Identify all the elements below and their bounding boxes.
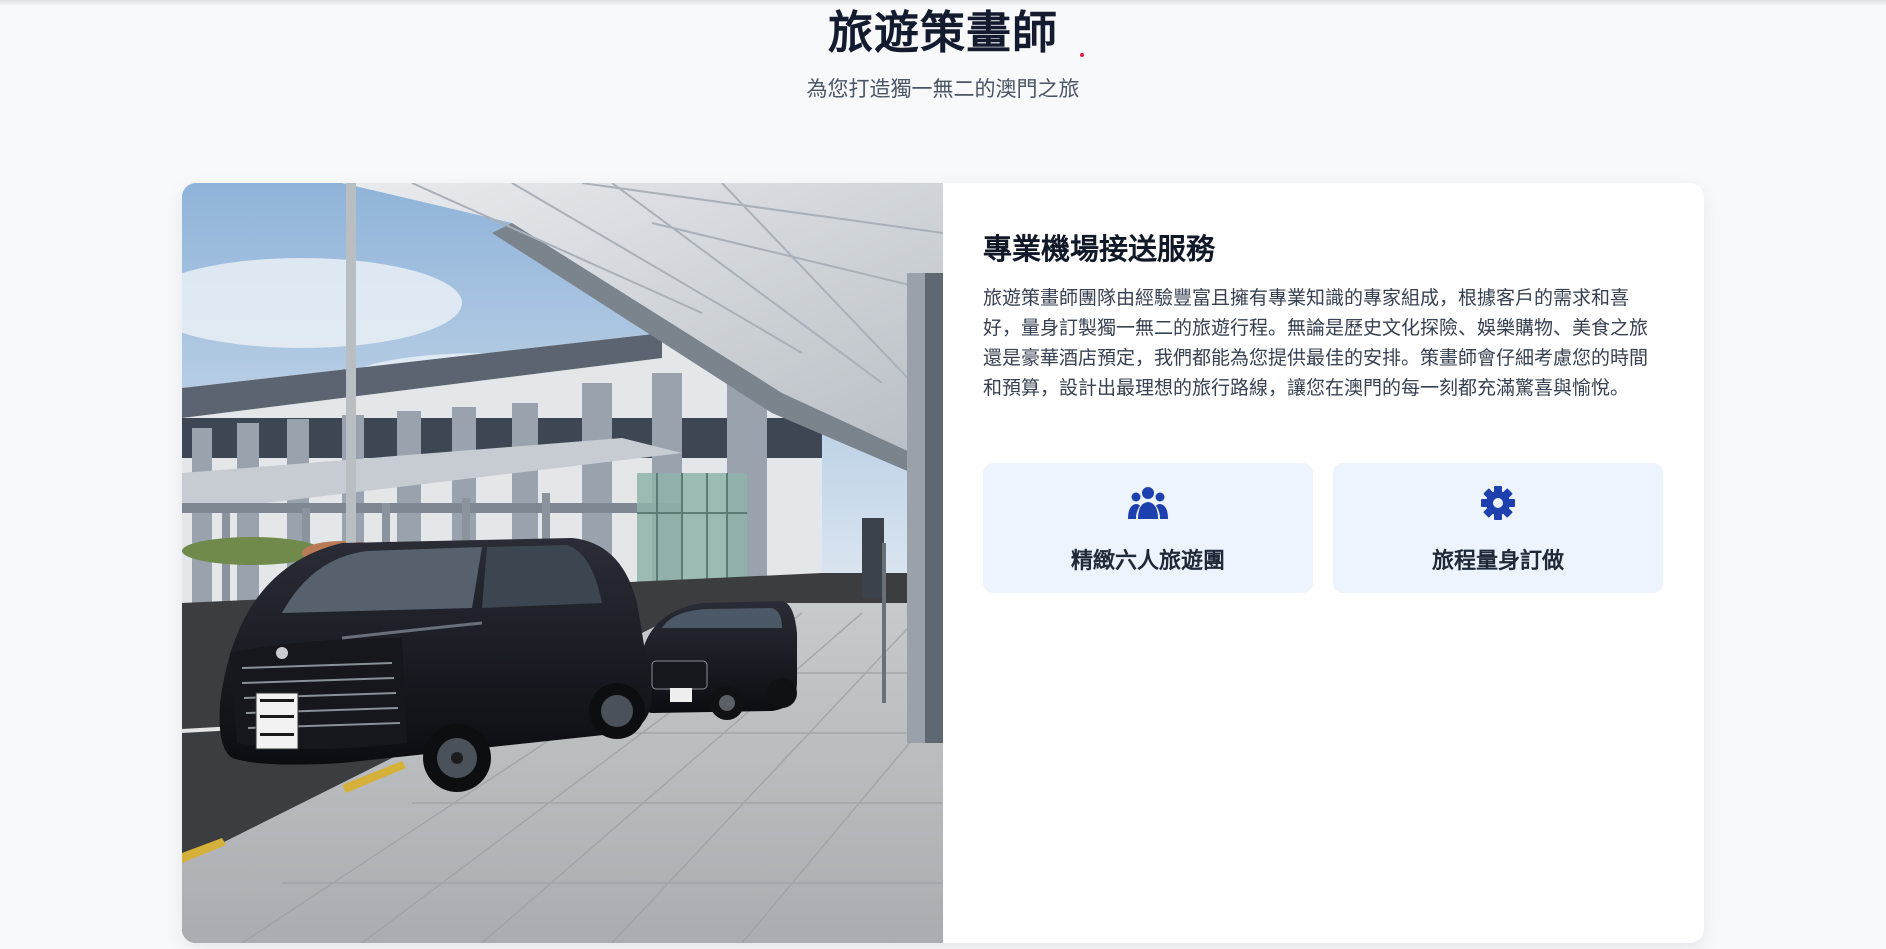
feature-list: 精緻六人旅遊團 旅程量身訂做 — [983, 463, 1663, 593]
gear-icon — [1478, 485, 1518, 521]
feature-card-tour-group[interactable]: 精緻六人旅遊團 — [983, 463, 1313, 593]
service-card: 專業機場接送服務 旅遊策畫師團隊由經驗豐富且擁有專業知識的專家組成，根據客戶的需… — [182, 183, 1704, 943]
service-title: 專業機場接送服務 — [983, 232, 1216, 266]
feature-label: 精緻六人旅遊團 — [1070, 549, 1225, 574]
page-subtitle: 為您打造獨一無二的澳門之旅 — [806, 77, 1080, 101]
service-content: 專業機場接送服務 旅遊策畫師團隊由經驗豐富且擁有專業知識的專家組成，根據客戶的需… — [983, 183, 1663, 943]
feature-card-custom-itinerary[interactable]: 旅程量身訂做 — [1333, 463, 1663, 593]
feature-label: 旅程量身訂做 — [1431, 549, 1564, 574]
decorative-dot — [1080, 53, 1084, 57]
group-icon — [1128, 485, 1168, 521]
page-title: 旅遊策畫師 — [827, 6, 1058, 59]
service-description: 旅遊策畫師團隊由經驗豐富且擁有專業知識的專家組成，根據客戶的需求和喜好，量身訂製… — [983, 287, 1649, 399]
airport-transfer-photo — [182, 183, 943, 943]
